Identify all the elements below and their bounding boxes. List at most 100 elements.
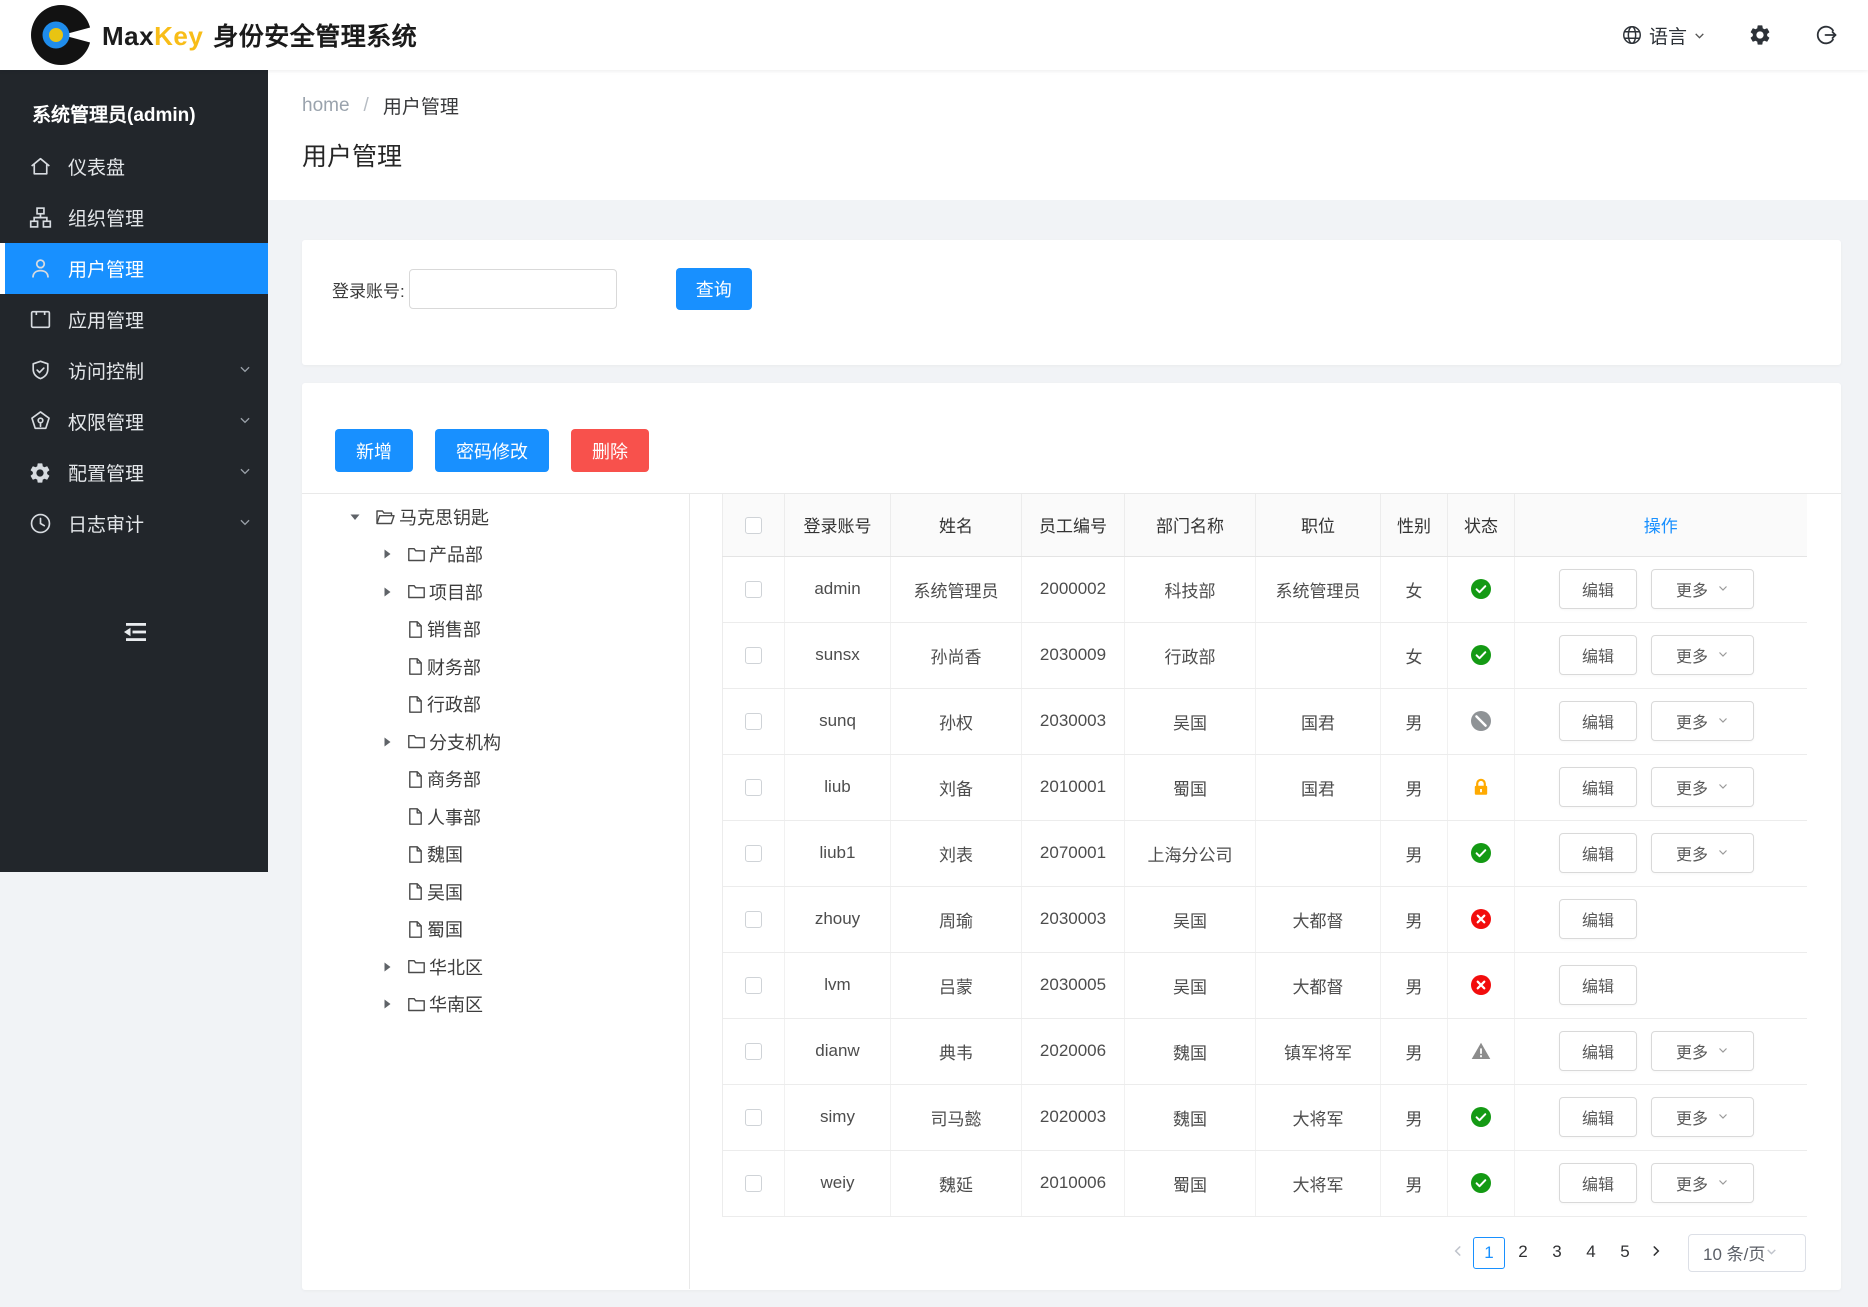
cell-position	[1256, 820, 1381, 886]
sidebar-item-access-control[interactable]: 访问控制	[0, 345, 268, 396]
more-button[interactable]: 更多	[1651, 1097, 1754, 1137]
app-icon	[27, 307, 53, 333]
tree-node[interactable]: 财务部	[302, 648, 689, 686]
edit-button[interactable]: 编辑	[1559, 1097, 1637, 1137]
edit-button[interactable]: 编辑	[1559, 701, 1637, 741]
more-button[interactable]: 更多	[1651, 1031, 1754, 1071]
caret-right-icon[interactable]	[380, 735, 394, 749]
cell-name: 系统管理员	[891, 556, 1022, 622]
tree-node[interactable]: 分支机构	[302, 723, 689, 761]
cell-actions: 编辑更多	[1515, 688, 1807, 754]
page-number-4[interactable]: 4	[1575, 1237, 1607, 1269]
caret-right-icon[interactable]	[380, 997, 394, 1011]
edit-button[interactable]: 编辑	[1559, 569, 1637, 609]
edit-button[interactable]: 编辑	[1559, 1031, 1637, 1071]
edit-button[interactable]: 编辑	[1559, 833, 1637, 873]
cell-status	[1448, 556, 1515, 622]
cell-account: simy	[785, 1084, 891, 1150]
tree-node[interactable]: 吴国	[302, 873, 689, 911]
more-button[interactable]: 更多	[1651, 1163, 1754, 1203]
tree-node[interactable]: 华南区	[302, 986, 689, 1024]
more-button[interactable]: 更多	[1651, 569, 1754, 609]
tree-node-root[interactable]: 马克思钥匙	[302, 498, 689, 536]
cell-employee-no: 2010001	[1022, 754, 1125, 820]
more-button[interactable]: 更多	[1651, 635, 1754, 675]
sidebar-item-audit-log[interactable]: 日志审计	[0, 498, 268, 549]
caret-right-icon[interactable]	[380, 960, 394, 974]
row-checkbox[interactable]	[745, 581, 762, 598]
select-all-checkbox[interactable]	[745, 517, 762, 534]
document-icon	[407, 882, 424, 901]
edit-button[interactable]: 编辑	[1559, 767, 1637, 807]
caret-right-icon[interactable]	[380, 547, 394, 561]
tree-node[interactable]: 销售部	[302, 611, 689, 649]
settings-button[interactable]	[1748, 23, 1772, 47]
folder-icon	[407, 583, 426, 600]
cell-actions: 编辑更多	[1515, 820, 1807, 886]
logout-button[interactable]	[1814, 23, 1838, 47]
chevron-down-icon	[1717, 1174, 1729, 1193]
sidebar-item-permissions[interactable]: 权限管理	[0, 396, 268, 447]
login-account-input[interactable]	[409, 269, 617, 309]
search-panel: 登录账号: 查询	[302, 240, 1841, 365]
cell-position	[1256, 622, 1381, 688]
sidebar-item-label: 日志审计	[68, 510, 144, 537]
row-checkbox[interactable]	[745, 713, 762, 730]
sidebar-item-organization[interactable]: 组织管理	[0, 192, 268, 243]
change-password-button[interactable]: 密码修改	[435, 429, 549, 472]
tree-node-label: 吴国	[427, 879, 463, 905]
row-checkbox[interactable]	[745, 1175, 762, 1192]
page-number-1[interactable]: 1	[1473, 1237, 1505, 1269]
query-button[interactable]: 查询	[676, 268, 752, 310]
caret-right-icon[interactable]	[380, 585, 394, 599]
row-checkbox[interactable]	[745, 647, 762, 664]
cell-department: 行政部	[1125, 622, 1256, 688]
breadcrumb: home / 用户管理	[302, 92, 1868, 119]
breadcrumb-home[interactable]: home	[302, 95, 350, 117]
page-number-5[interactable]: 5	[1609, 1237, 1641, 1269]
tree-node[interactable]: 行政部	[302, 686, 689, 724]
more-button[interactable]: 更多	[1651, 833, 1754, 873]
row-checkbox[interactable]	[745, 977, 762, 994]
next-page-button[interactable]	[1642, 1237, 1670, 1269]
cell-actions: 编辑更多	[1515, 1018, 1807, 1084]
tree-node-label: 魏国	[427, 841, 463, 867]
document-icon	[407, 920, 424, 939]
row-checkbox[interactable]	[745, 1109, 762, 1126]
row-checkbox[interactable]	[745, 911, 762, 928]
more-button[interactable]: 更多	[1651, 767, 1754, 807]
tree-node[interactable]: 蜀国	[302, 911, 689, 949]
cell-status	[1448, 952, 1515, 1018]
caret-down-icon[interactable]	[348, 510, 362, 524]
user-icon	[27, 256, 53, 282]
tree-node[interactable]: 魏国	[302, 836, 689, 874]
menu-fold-button[interactable]	[116, 616, 156, 652]
more-button[interactable]: 更多	[1651, 701, 1754, 741]
sidebar-item-dashboard[interactable]: 仪表盘	[0, 141, 268, 192]
sidebar-item-users[interactable]: 用户管理	[0, 243, 268, 294]
tree-node[interactable]: 产品部	[302, 536, 689, 574]
edit-button[interactable]: 编辑	[1559, 635, 1637, 675]
tree-node[interactable]: 项目部	[302, 573, 689, 611]
cell-gender: 男	[1381, 820, 1448, 886]
edit-button[interactable]: 编辑	[1559, 965, 1637, 1005]
cell-account: lvm	[785, 952, 891, 1018]
sidebar-item-applications[interactable]: 应用管理	[0, 294, 268, 345]
page-number-3[interactable]: 3	[1541, 1237, 1573, 1269]
edit-button[interactable]: 编辑	[1559, 899, 1637, 939]
tree-node[interactable]: 人事部	[302, 798, 689, 836]
sidebar-item-configuration[interactable]: 配置管理	[0, 447, 268, 498]
tree-node[interactable]: 华北区	[302, 948, 689, 986]
row-checkbox[interactable]	[745, 845, 762, 862]
add-button[interactable]: 新增	[335, 429, 413, 472]
delete-button[interactable]: 删除	[571, 429, 649, 472]
cell-employee-no: 2000002	[1022, 556, 1125, 622]
tree-node[interactable]: 商务部	[302, 761, 689, 799]
page-size-select[interactable]: 10 条/页	[1688, 1234, 1806, 1272]
language-menu[interactable]: 语言	[1621, 22, 1706, 49]
prev-page-button[interactable]	[1444, 1237, 1472, 1269]
edit-button[interactable]: 编辑	[1559, 1163, 1637, 1203]
row-checkbox[interactable]	[745, 1043, 762, 1060]
page-number-2[interactable]: 2	[1507, 1237, 1539, 1269]
row-checkbox[interactable]	[745, 779, 762, 796]
